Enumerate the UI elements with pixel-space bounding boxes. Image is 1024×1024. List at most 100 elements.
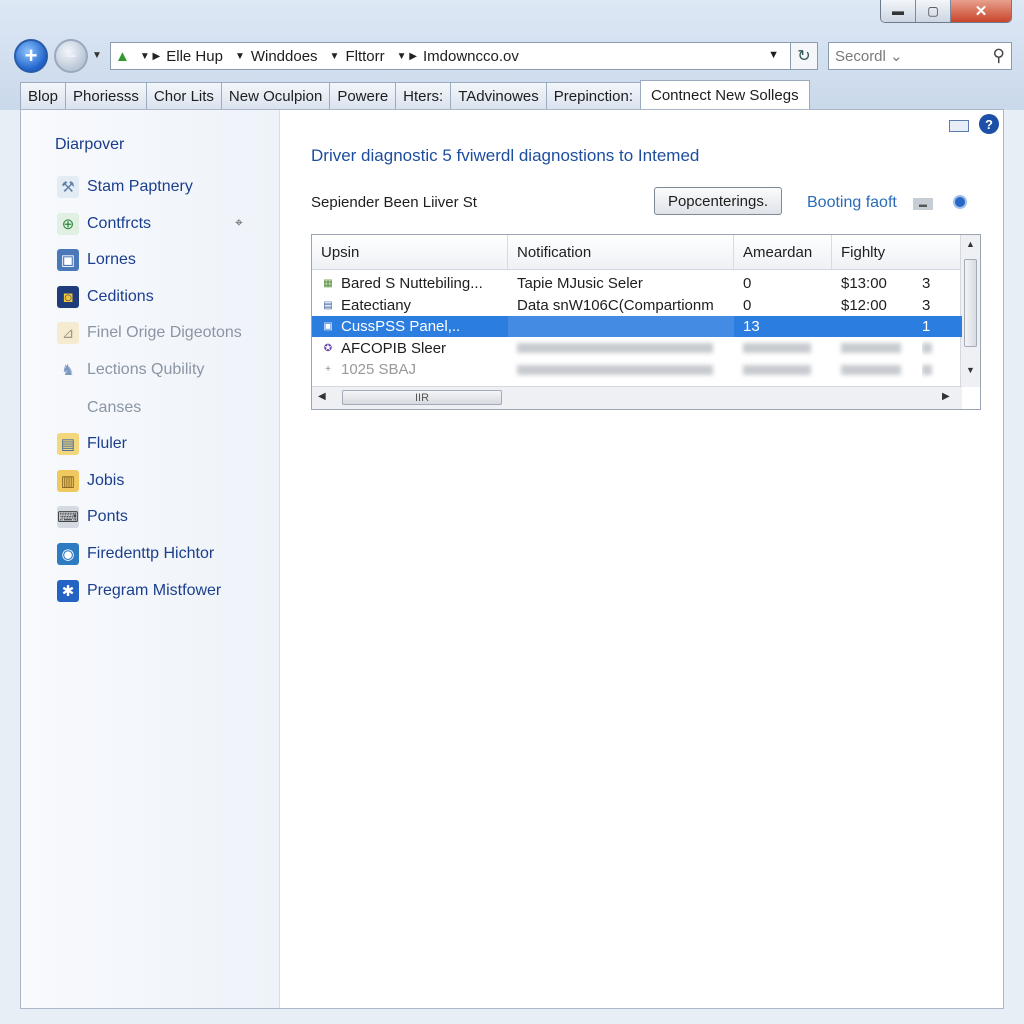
minimize-button[interactable]: ▬ [881, 0, 916, 22]
sidebar-item-5[interactable]: ♞ Lections Qubility [57, 358, 204, 382]
search-input[interactable]: Secordl ⌄ ⚲ [828, 42, 1012, 70]
column-header[interactable]: Upsin [312, 235, 508, 269]
sidebar-item-0[interactable]: ⚒ Stam Paptnery [57, 175, 193, 199]
cell-amount [734, 338, 832, 359]
sidebar-item-6[interactable]: Canses [57, 396, 141, 420]
search-placeholder: Secordl ⌄ [835, 48, 903, 65]
table-row[interactable]: ▤ Eatectiany Data snW106C(Compartionm 0 $12:… [312, 295, 962, 316]
tab-8[interactable]: Contnect New Sollegs [640, 80, 810, 110]
settings-icon[interactable] [953, 195, 967, 209]
tab-5[interactable]: Hters: [395, 82, 452, 110]
cell-price [832, 316, 922, 337]
scroll-right-icon[interactable]: ▶ [942, 391, 950, 402]
tab-bar: Blop Phoriesss Chor Lits New Oculpion Powere… [20, 80, 810, 110]
blurred-cell [922, 343, 932, 353]
chevron-down-icon[interactable]: ▼ [330, 51, 340, 62]
close-button[interactable]: ✕ [951, 0, 1011, 22]
display-icon[interactable]: ▬ [913, 198, 933, 210]
back-button[interactable]: + [14, 39, 48, 73]
forward-button[interactable]: − [54, 39, 88, 73]
address-segment[interactable]: ▼ Winddoes [231, 48, 318, 65]
address-dropdown-icon[interactable]: ▼ [768, 49, 779, 61]
item-icon: + [325, 364, 331, 375]
help-icon[interactable]: ? [979, 114, 999, 134]
window-controls: ▬ ▢ ✕ [880, 0, 1012, 23]
sidebar-item-11[interactable]: ✱ Pregram Mistfower [57, 579, 221, 603]
tools-icon: ⚒ [57, 176, 79, 198]
cell-price [832, 359, 922, 380]
page-title: Driver diagnostic 5 fviwerdl diagnostion… [311, 146, 700, 165]
properties-button[interactable]: Popcenterings. [654, 187, 782, 215]
blurred-cell [841, 364, 901, 375]
sidebar-item-10[interactable]: ◉ Firedenttp Hichtor [57, 542, 214, 566]
sidebar-item-label: Jobis [87, 472, 125, 489]
bluetooth-icon: ✱ [57, 580, 79, 602]
tab-4[interactable]: Powere [329, 82, 397, 110]
horizontal-scrollbar[interactable]: ◀ IIR ▶ [312, 386, 962, 409]
people-icon: ♞ [61, 362, 75, 379]
sidebar-item-9[interactable]: ⌨ Ponts [57, 505, 128, 529]
scroll-down-icon[interactable]: ▼ [961, 365, 980, 375]
chevron-down-icon[interactable]: ▼ ▶ [140, 51, 160, 62]
pin-icon[interactable]: ⌖ [235, 214, 243, 231]
blurred-cell [743, 364, 811, 375]
blank-icon [57, 397, 79, 419]
sidebar-item-4[interactable]: ⊿ Finel Orige Digeotons [57, 321, 242, 345]
laptop-icon: ⌨ [57, 506, 79, 528]
blurred-cell [922, 364, 932, 375]
cell-notification: Data snW106C(Compartionm [517, 296, 714, 314]
chart-icon: ⊿ [57, 322, 79, 344]
sidebar-item-7[interactable]: ▤ Fluler [57, 432, 127, 456]
table-row[interactable]: ▣ CussPSS Panel,.. 13 1 [312, 316, 962, 337]
blurred-cell [517, 364, 713, 375]
item-icon: ▦ [323, 278, 333, 289]
sidebar-item-8[interactable]: ▥ Jobis [57, 469, 124, 493]
scroll-thumb[interactable] [964, 259, 977, 347]
column-header[interactable]: Ameardan [734, 235, 832, 269]
sidebar-item-label: Canses [87, 399, 142, 416]
vertical-scrollbar[interactable]: ▲ ▼ [960, 235, 980, 387]
cell-count: 3 [922, 275, 931, 292]
table-row[interactable]: +1025 SBAJ [312, 359, 962, 380]
address-segment[interactable]: ▼ ▶ Elle Hup [136, 48, 223, 65]
tab-2[interactable]: Chor Lits [145, 82, 222, 110]
table-row[interactable]: ✪ AFCOPIB Sleer [312, 338, 962, 359]
address-segment[interactable]: ▼ ▶ Imdowncco.ov [393, 48, 519, 65]
sidebar-item-label: Lornes [87, 251, 136, 268]
history-dropdown-icon[interactable]: ▼ [92, 50, 102, 61]
sidebar-item-label: Finel Orige Digeotons [87, 324, 242, 341]
maximize-button[interactable]: ▢ [916, 0, 951, 22]
cell-price: $13:00 [841, 275, 887, 292]
chevron-down-icon[interactable]: ▼ ▶ [397, 51, 417, 62]
sidebar-item-1[interactable]: ⊕ Contfrcts [57, 212, 151, 236]
column-header[interactable]: Fighlty [832, 235, 962, 269]
tab-7[interactable]: Prepinction: [545, 82, 641, 110]
cell-notification [508, 359, 734, 380]
tab-3[interactable]: New Oculpion [220, 82, 331, 110]
tab-6[interactable]: TAdvinowes [450, 82, 547, 110]
sidebar-item-2[interactable]: ▣ Lornes [57, 248, 136, 272]
tab-0[interactable]: Blop [20, 82, 67, 110]
cell-text: 1025 SBAJ [341, 361, 417, 378]
table-row[interactable]: ▦ Bared S Nuttebiling... Tapie MJusic Sele… [312, 273, 962, 294]
cell-notification: Tapie MJusic Seler [517, 275, 643, 292]
collapse-icon[interactable] [949, 120, 969, 132]
cell-text: Bared S Nuttebiling... [341, 275, 483, 292]
address-bar[interactable]: ▲ ▼ ▶ Elle Hup ▼ Winddoes ▼ Flttorr ▼ ▶ Imdo… [110, 42, 810, 70]
sidebar-item-3[interactable]: ◙ Ceditions [57, 285, 154, 309]
address-segment[interactable]: ▼ Flttorr [326, 48, 385, 65]
earth-icon: ◉ [57, 543, 79, 565]
scroll-up-icon[interactable]: ▲ [961, 239, 980, 249]
main-panel: ? Driver diagnostic 5 fviwerdl diagnosti… [281, 110, 1003, 1008]
cell-name: ▦ Bared S Nuttebiling... [312, 273, 508, 294]
tab-1[interactable]: Phoriesss [65, 82, 147, 110]
cell-count: 3 [922, 296, 931, 314]
refresh-button[interactable]: ↻ [790, 42, 818, 70]
horizontal-scroll-thumb[interactable]: IIR [342, 390, 502, 405]
booting-link[interactable]: Booting faoft [807, 194, 897, 212]
search-icon[interactable]: ⚲ [993, 46, 1005, 66]
scroll-left-icon[interactable]: ◀ [318, 391, 326, 402]
column-header[interactable]: Notification [508, 235, 734, 269]
section-label: Sepiender Been Liiver St [311, 194, 477, 211]
chevron-down-icon[interactable]: ▼ [235, 51, 245, 62]
